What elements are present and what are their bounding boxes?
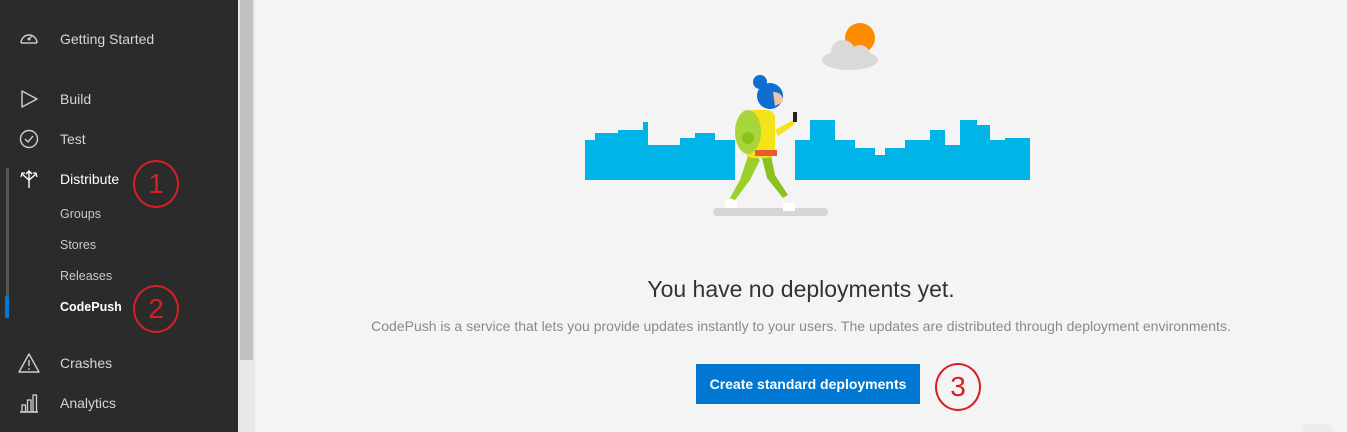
sidebar-item-label: Crashes	[60, 355, 113, 371]
distribute-arrows-icon	[18, 168, 40, 190]
sidebar-item-label: Analytics	[60, 395, 117, 411]
sidebar-item-label: Distribute	[60, 171, 120, 187]
sidebar-item-build[interactable]: Build	[0, 79, 238, 119]
sidebar-item-distribute[interactable]: Distribute	[0, 159, 238, 199]
annotation-marker-2: 2	[133, 285, 179, 333]
sidebar-item-getting-started[interactable]: Getting Started	[0, 19, 238, 59]
sidebar-subitem-groups[interactable]: Groups	[60, 203, 101, 225]
sidebar-item-label: Build	[60, 91, 92, 107]
skyline-illustration	[585, 120, 1030, 180]
annotation-marker-1: 1	[133, 160, 179, 208]
sidebar-item-crashes[interactable]: Crashes	[0, 343, 238, 383]
sidebar-subitem-stores[interactable]: Stores	[60, 234, 96, 256]
check-circle-icon	[18, 128, 40, 150]
scrollbar-thumb[interactable]	[240, 0, 253, 360]
sun-cloud-icon	[822, 23, 878, 70]
bar-chart-icon	[18, 392, 40, 414]
sidebar-subitem-releases[interactable]: Releases	[60, 265, 112, 287]
sidebar-item-analytics[interactable]: Analytics	[0, 383, 238, 423]
sidebar: Getting Started Build Test Distribute Gr…	[0, 0, 238, 432]
create-standard-deployments-button[interactable]: Create standard deployments	[696, 364, 920, 404]
play-icon	[18, 88, 40, 110]
annotation-marker-3: 3	[935, 363, 981, 411]
warning-icon	[18, 352, 40, 374]
corner-shadow	[1303, 424, 1333, 432]
sidebar-subitem-codepush[interactable]: CodePush	[60, 296, 122, 318]
sidebar-item-test[interactable]: Test	[0, 119, 238, 159]
main-content: You have no deployments yet. CodePush is…	[255, 0, 1347, 432]
speedometer-icon	[18, 28, 40, 50]
empty-state-title: You have no deployments yet.	[647, 276, 955, 302]
empty-state-illustration	[585, 23, 1030, 216]
sidebar-item-label: Test	[60, 131, 86, 147]
sidebar-scrollbar[interactable]	[238, 0, 255, 432]
empty-state-description: CodePush is a service that lets you prov…	[371, 318, 1231, 334]
selected-indicator	[5, 296, 9, 318]
sidebar-item-label: Getting Started	[60, 31, 155, 47]
